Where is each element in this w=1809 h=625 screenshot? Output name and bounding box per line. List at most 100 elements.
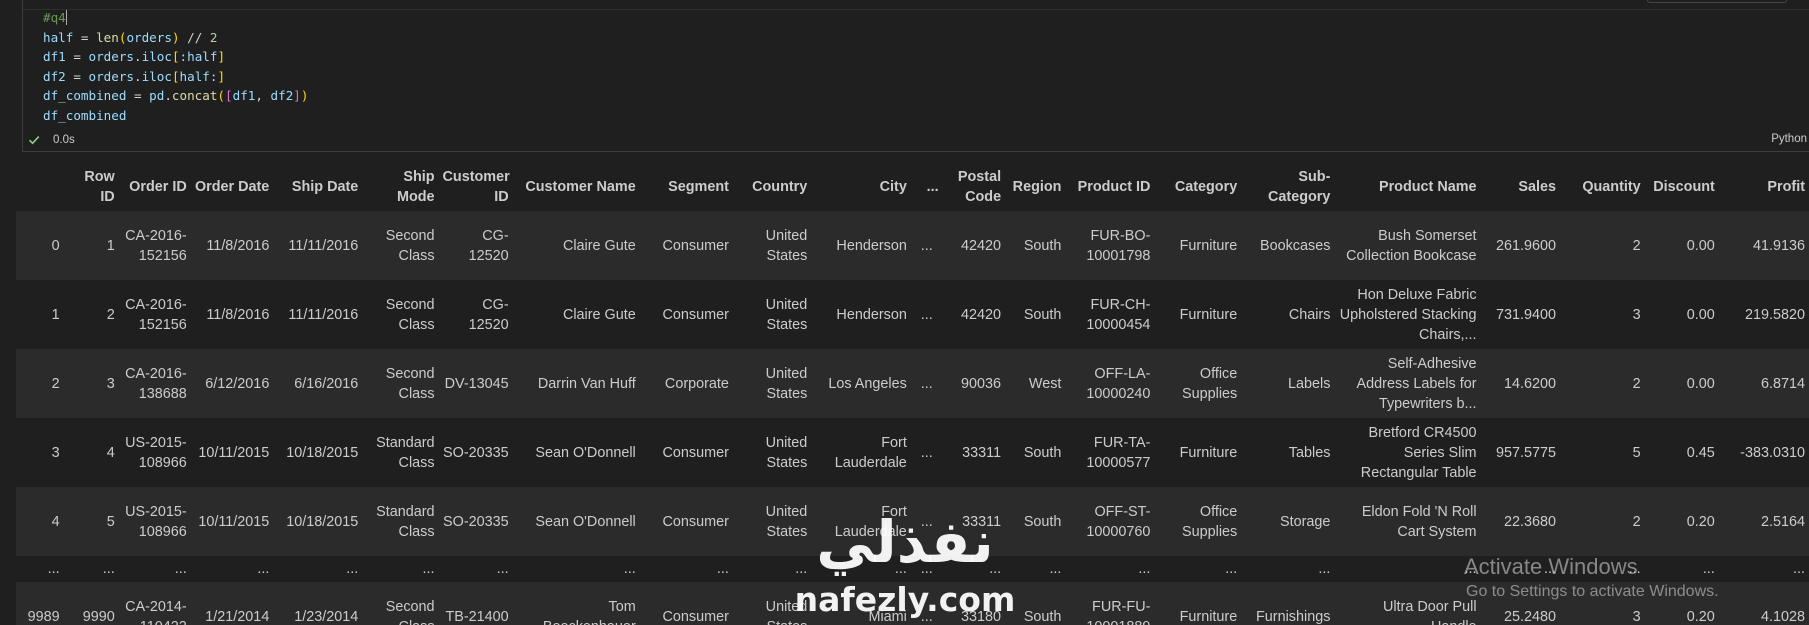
- table-cell: 3: [1632, 306, 1641, 323]
- table-cell: 0.20: [1686, 608, 1715, 625]
- row-index: 1: [51, 306, 60, 323]
- table-cell: US-2015-108966: [125, 503, 187, 540]
- code-token: half: [43, 29, 74, 45]
- table-cell: Furniture: [1179, 306, 1238, 323]
- table-cell: ...: [102, 561, 115, 577]
- code-token: //: [179, 29, 210, 45]
- column-header: Ship Mode: [362, 163, 439, 212]
- table-cell: 1: [106, 237, 115, 254]
- table-cell: ...: [920, 561, 933, 577]
- code-token: ]: [217, 49, 226, 65]
- table-cell: 6/12/2016: [205, 375, 270, 392]
- code-line[interactable]: df_combined: [43, 106, 308, 126]
- code-token: df2: [270, 88, 294, 104]
- table-row: 2 3 CA-2016-138688 6/12/2016 6/16/2016 Second…: [16, 349, 1809, 418]
- table-cell: 0.00: [1686, 237, 1715, 254]
- code-line[interactable]: df_combined = pd.concat([df1, df2]): [43, 86, 308, 106]
- table-cell: Furniture: [1179, 237, 1238, 254]
- column-header: Postal Code: [942, 163, 1006, 212]
- column-header: Category: [1154, 163, 1242, 212]
- code-token: orders: [88, 49, 135, 65]
- code-line[interactable]: #q4: [43, 8, 308, 28]
- code-cell[interactable]: #q4 half = len(orders) // 2 df1 = orders.i…: [22, 0, 1809, 152]
- column-header: Product ID: [1065, 163, 1155, 212]
- table-cell: Second Class: [385, 296, 435, 333]
- code-token: .: [164, 88, 172, 104]
- code-line[interactable]: df2 = orders.iloc[half:]: [43, 67, 308, 87]
- table-cell: ...: [257, 561, 270, 577]
- code-token: :half: [179, 49, 218, 65]
- table-cell: 9990: [82, 608, 115, 625]
- table-cell: FUR-FU-10001889: [1086, 598, 1151, 625]
- table-cell: 2: [1632, 237, 1641, 254]
- table-cell: United States: [765, 365, 808, 402]
- table-cell: Tom Boeckenhauer: [543, 598, 636, 625]
- code-token: [: [171, 49, 180, 65]
- table-cell: 10/18/2015: [286, 444, 359, 461]
- table-cell: Standard Class: [376, 434, 435, 471]
- table-cell: 11/11/2016: [288, 306, 359, 323]
- column-header: City: [811, 163, 911, 212]
- table-cell: ...: [1318, 561, 1331, 577]
- code-token: #q4: [43, 10, 66, 25]
- column-header: ...: [910, 163, 943, 212]
- table-cell: Second Class: [385, 598, 435, 625]
- table-cell: 2.5164: [1760, 513, 1805, 530]
- table-cell: ...: [422, 561, 435, 577]
- row-index: 9989: [27, 608, 60, 625]
- cell-language[interactable]: Python: [1771, 133, 1807, 145]
- execution-status: 0.0s: [25, 131, 75, 149]
- table-cell: Office Supplies: [1182, 503, 1238, 540]
- table-cell: Labels: [1288, 375, 1331, 392]
- code-editor[interactable]: #q4 half = len(orders) // 2 df1 = orders.i…: [43, 8, 308, 126]
- code-token: .: [134, 49, 142, 65]
- table-cell: Standard Class: [376, 503, 435, 540]
- output-dataframe: Row ID Order ID Order Date Ship Date Ship Mo…: [16, 163, 1809, 625]
- table-cell: ...: [920, 513, 933, 530]
- table-cell: 42420: [961, 306, 1002, 323]
- table-cell: FUR-BO-10001798: [1086, 227, 1151, 264]
- code-token: df1: [43, 49, 66, 65]
- table-cell: CA-2016-152156: [125, 227, 187, 264]
- table-cell: 957.5775: [1495, 444, 1556, 461]
- table-cell: Second Class: [385, 365, 435, 402]
- code-token: .: [134, 68, 142, 84]
- code-token: ]: [217, 68, 226, 84]
- table-cell: Consumer: [662, 237, 729, 254]
- table-cell: 0.00: [1686, 306, 1715, 323]
- table-cell: Chairs: [1288, 306, 1331, 323]
- table-row: ........................................…: [16, 556, 1809, 582]
- table-cell: Consumer: [662, 306, 729, 323]
- table-cell: Eldon Fold 'N Roll Cart System: [1361, 503, 1477, 540]
- table-cell: 25.2480: [1503, 608, 1556, 625]
- table-row: 9989 9990 CA-2014-110422 1/21/2014 1/23/2014…: [16, 582, 1809, 625]
- table-cell: 33180: [961, 608, 1002, 625]
- code-token: df_combined: [43, 107, 127, 123]
- dataframe-header-row: Row ID Order ID Order Date Ship Date Ship Mo…: [16, 163, 1809, 212]
- code-line[interactable]: half = len(orders) // 2: [43, 28, 308, 48]
- table-cell: 0.20: [1686, 513, 1715, 530]
- column-header: Sub-Category: [1241, 163, 1335, 212]
- table-cell: ...: [1464, 561, 1477, 577]
- code-token: =: [65, 49, 89, 65]
- table-cell: CG-12520: [468, 227, 509, 264]
- code-line[interactable]: df1 = orders.iloc[:half]: [43, 47, 308, 67]
- code-token: ,: [255, 88, 271, 104]
- code-token: =: [65, 68, 89, 84]
- table-cell: South: [1023, 513, 1062, 530]
- table-cell: ...: [920, 306, 933, 323]
- table-cell: Henderson: [836, 306, 907, 323]
- table-cell: FUR-CH-10000454: [1086, 296, 1151, 333]
- table-cell: Miami: [868, 608, 907, 625]
- row-index: ...: [47, 561, 60, 577]
- table-cell: 10/11/2015: [198, 513, 270, 530]
- code-token: ]: [293, 88, 301, 104]
- table-cell: SO-20335: [443, 444, 509, 461]
- table-cell: ...: [989, 561, 1002, 577]
- table-cell: 6/16/2016: [294, 375, 359, 392]
- table-cell: 10/18/2015: [286, 513, 359, 530]
- table-cell: 219.5820: [1744, 306, 1805, 323]
- table-cell: 2: [1632, 375, 1641, 392]
- table-cell: 11/8/2016: [206, 306, 270, 323]
- cell-toolbar[interactable]: [1647, 0, 1787, 3]
